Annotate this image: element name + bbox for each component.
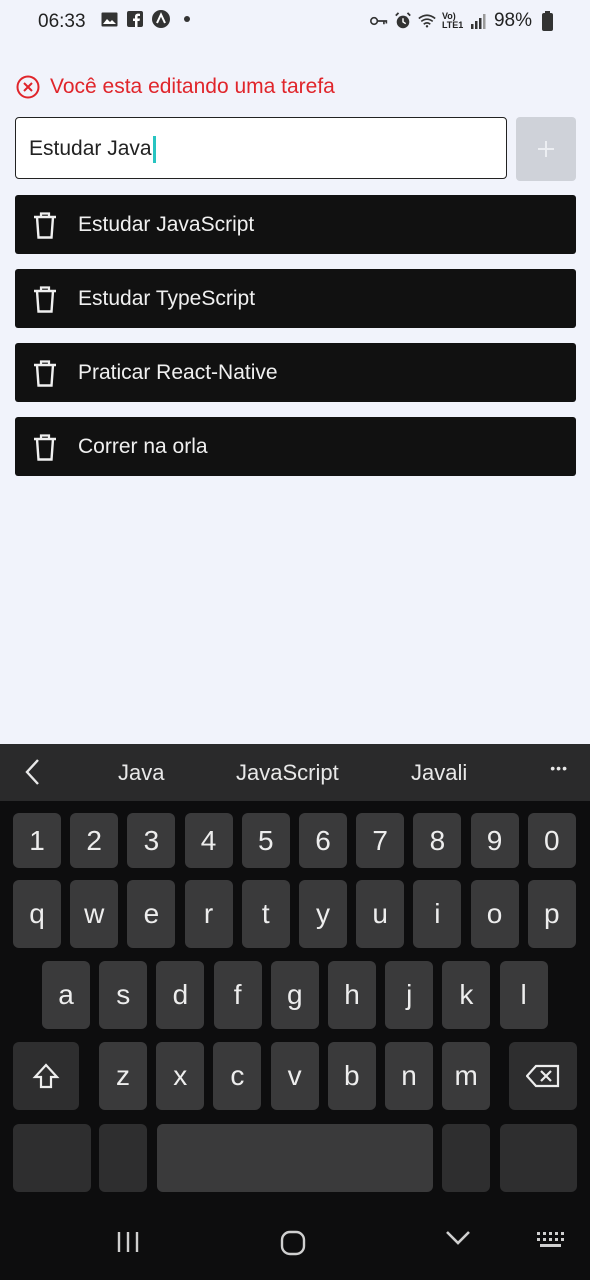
more-suggestions-button[interactable]: ••• xyxy=(550,760,568,776)
key-7[interactable]: 7 xyxy=(356,813,405,868)
key-u[interactable]: u xyxy=(356,880,405,948)
task-list: Estudar JavaScript Estudar TypeScript Pr… xyxy=(15,195,576,491)
key-g[interactable]: g xyxy=(270,961,319,1029)
network-label: Vo) LTE1 xyxy=(441,11,464,30)
task-item[interactable]: Praticar React-Native xyxy=(15,343,576,402)
key-p[interactable]: p xyxy=(527,880,576,948)
key-s[interactable]: s xyxy=(99,961,148,1029)
gallery-icon xyxy=(100,10,118,28)
task-label: Estudar JavaScript xyxy=(78,212,255,236)
task-input-value: Estudar Java xyxy=(29,137,152,160)
suggestion-item[interactable]: Javali xyxy=(411,760,467,786)
backspace-icon xyxy=(526,1064,560,1088)
hide-keyboard-icon[interactable] xyxy=(445,1230,471,1246)
suggestion-bar: Java JavaScript Javali ••• xyxy=(0,744,590,801)
key-9[interactable]: 9 xyxy=(470,813,519,868)
key-q[interactable]: q xyxy=(13,880,61,948)
home-icon[interactable] xyxy=(280,1230,306,1256)
key-z[interactable]: z xyxy=(99,1042,147,1110)
key-w[interactable]: w xyxy=(70,880,119,948)
key-n[interactable]: n xyxy=(385,1042,433,1110)
task-label: Praticar React-Native xyxy=(78,360,278,384)
key-a[interactable]: a xyxy=(42,961,90,1029)
key-l[interactable]: l xyxy=(499,961,548,1029)
key-8[interactable]: 8 xyxy=(413,813,462,868)
key-0[interactable]: 0 xyxy=(527,813,576,868)
task-item[interactable]: Estudar TypeScript xyxy=(15,269,576,328)
facebook-icon xyxy=(126,10,144,28)
key-6[interactable]: 6 xyxy=(299,813,347,868)
task-input[interactable]: Estudar Java xyxy=(15,117,507,179)
task-item[interactable]: Estudar JavaScript xyxy=(15,195,576,254)
shift-key[interactable] xyxy=(13,1042,79,1110)
cancel-edit-icon[interactable] xyxy=(16,75,40,99)
space-key[interactable] xyxy=(157,1124,433,1192)
shift-icon xyxy=(32,1063,60,1089)
key-e[interactable]: e xyxy=(127,880,176,948)
key-5[interactable]: 5 xyxy=(241,813,290,868)
symbols-key[interactable] xyxy=(13,1124,91,1192)
keyboard: Java JavaScript Javali ••• 1234567890 qwe… xyxy=(0,744,590,1280)
key-m[interactable]: m xyxy=(442,1042,491,1110)
recent-apps-icon[interactable] xyxy=(116,1230,140,1254)
key-icon xyxy=(369,12,388,30)
key-b[interactable]: b xyxy=(327,1042,376,1110)
plus-icon xyxy=(537,140,555,158)
key-v[interactable]: v xyxy=(270,1042,319,1110)
key-3[interactable]: 3 xyxy=(127,813,176,868)
key-i[interactable]: i xyxy=(413,880,462,948)
chevron-left-icon[interactable] xyxy=(24,758,40,792)
editing-banner-text: Você esta editando uma tarefa xyxy=(50,75,335,98)
battery-icon xyxy=(538,11,556,31)
key-k[interactable]: k xyxy=(442,961,491,1029)
editing-banner: Você esta editando uma tarefa xyxy=(16,75,335,99)
key-d[interactable]: d xyxy=(156,961,205,1029)
battery-percent: 98% xyxy=(493,10,532,31)
task-item[interactable]: Correr na orla xyxy=(15,417,576,476)
app-icon xyxy=(152,10,170,28)
dot-icon xyxy=(178,10,196,28)
navigation-bar xyxy=(0,1212,590,1280)
status-bar: 06:33 Vo) LTE1 98% xyxy=(0,0,590,44)
suggestion-item[interactable]: Java xyxy=(118,760,164,786)
task-input-row: Estudar Java xyxy=(15,117,576,181)
key-2[interactable]: 2 xyxy=(70,813,119,868)
task-label: Correr na orla xyxy=(78,434,208,458)
key-h[interactable]: h xyxy=(328,961,376,1029)
alarm-icon xyxy=(394,12,412,30)
system-icons: Vo) LTE1 98% xyxy=(369,10,556,32)
key-f[interactable]: f xyxy=(213,961,262,1029)
key-t[interactable]: t xyxy=(241,880,290,948)
trash-icon[interactable] xyxy=(30,433,60,461)
trash-icon[interactable] xyxy=(30,211,60,239)
done-key[interactable] xyxy=(500,1124,577,1192)
backspace-key[interactable] xyxy=(509,1042,577,1110)
add-task-button[interactable] xyxy=(516,117,576,181)
key-o[interactable]: o xyxy=(470,880,519,948)
key-j[interactable]: j xyxy=(385,961,434,1029)
key-c[interactable]: c xyxy=(213,1042,262,1110)
key-y[interactable]: y xyxy=(299,880,347,948)
suggestion-item[interactable]: JavaScript xyxy=(236,760,339,786)
status-time: 06:33 xyxy=(38,11,86,32)
trash-icon[interactable] xyxy=(30,285,60,313)
trash-icon[interactable] xyxy=(30,359,60,387)
notification-icons xyxy=(100,10,196,28)
task-label: Estudar TypeScript xyxy=(78,286,256,310)
key-1[interactable]: 1 xyxy=(13,813,61,868)
key-x[interactable]: x xyxy=(156,1042,205,1110)
period-key[interactable] xyxy=(442,1124,490,1192)
text-caret xyxy=(152,135,156,163)
key-4[interactable]: 4 xyxy=(184,813,233,868)
wifi-icon xyxy=(418,12,436,30)
at-key[interactable] xyxy=(99,1124,147,1192)
key-r[interactable]: r xyxy=(184,880,233,948)
signal-icon xyxy=(470,12,488,30)
keyboard-switch-icon[interactable] xyxy=(536,1230,566,1252)
